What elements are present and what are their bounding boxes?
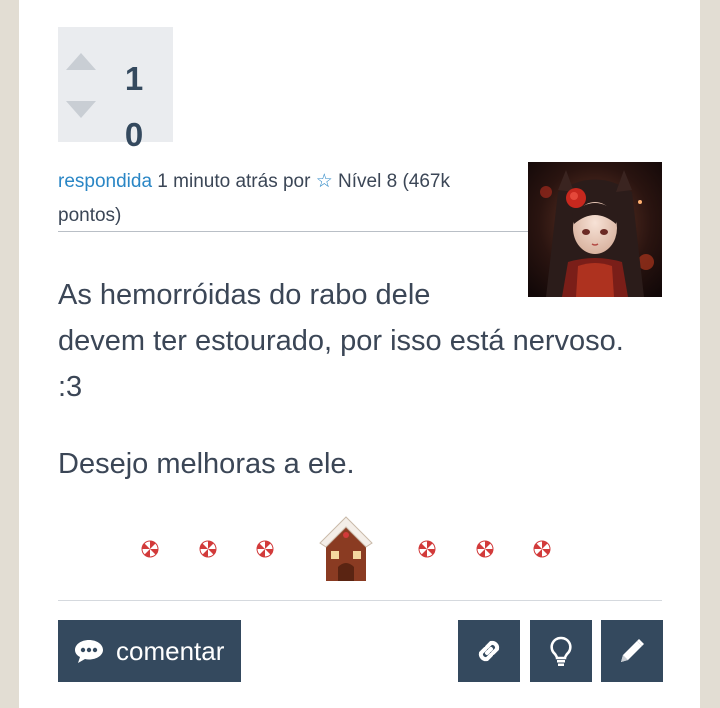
answer-line: devem ter estourado, por isso está nervo… (58, 325, 624, 357)
gingerbread-house-icon (319, 516, 373, 581)
vote-panel: 1 0 (58, 27, 173, 153)
speech-bubble-icon (75, 640, 103, 663)
lightbulb-icon (550, 636, 572, 666)
comment-button[interactable]: comentar (58, 620, 241, 682)
peppermint-icon (418, 540, 436, 558)
vote-up-icon[interactable] (66, 53, 96, 70)
idea-button[interactable] (530, 620, 592, 682)
peppermint-icon (533, 540, 551, 558)
answered-link[interactable]: respondida (58, 171, 152, 192)
upvote-count: 1 (124, 60, 144, 97)
meta-divider (58, 231, 528, 232)
peppermint-icon (476, 540, 494, 558)
peppermint-icon (256, 540, 274, 558)
link-button[interactable] (458, 620, 520, 682)
peppermint-icon (199, 540, 217, 558)
star-icon: ☆ (315, 171, 333, 192)
answer-line: Desejo melhoras a ele. (58, 448, 355, 480)
downvote-count: 0 (124, 116, 144, 153)
peppermint-icon (141, 540, 159, 558)
decorative-divider (0, 515, 720, 585)
answer-time: 1 minuto atrás por (152, 171, 316, 192)
actions-divider (58, 600, 662, 601)
pencil-icon (621, 639, 644, 662)
comment-button-label: comentar (116, 635, 225, 666)
answer-body: As hemorróidas do rabo dele devem ter es… (58, 272, 668, 487)
link-icon (478, 640, 500, 662)
answer-line: :3 (58, 371, 83, 403)
vote-down-icon[interactable] (66, 101, 96, 118)
edit-button[interactable] (601, 620, 663, 682)
answer-line: As hemorróidas do rabo dele (58, 279, 431, 311)
answer-meta: respondida 1 minuto atrás por ☆ Nível 8 … (58, 165, 498, 233)
